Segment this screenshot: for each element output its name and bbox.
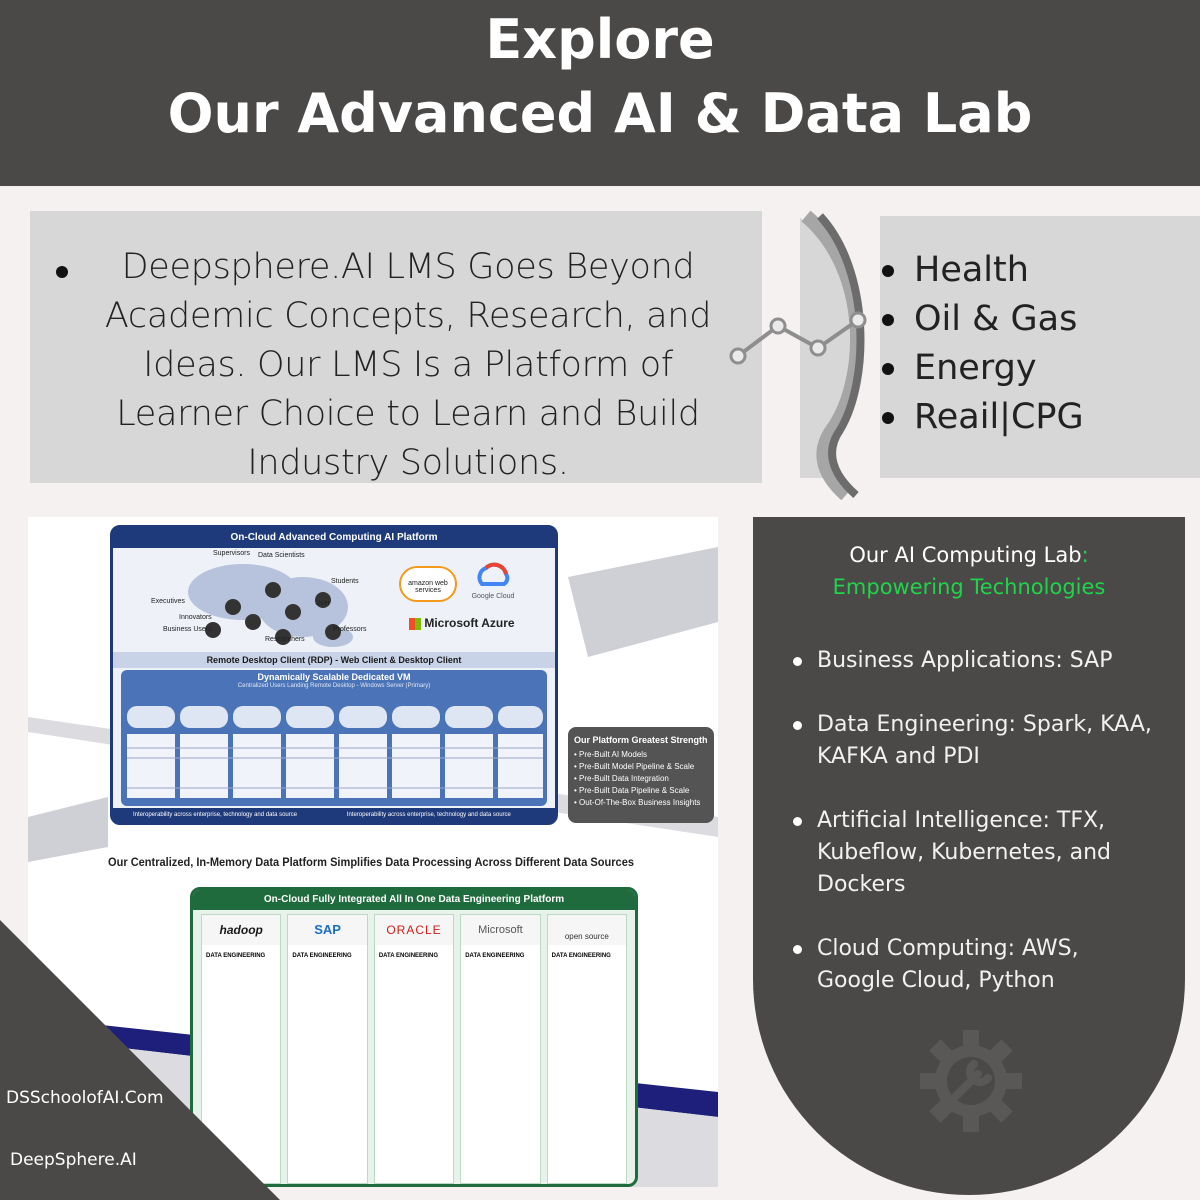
swoosh-connector-icon <box>729 210 880 500</box>
intro-bullet-icon <box>56 266 68 278</box>
role-label: Researchers <box>265 636 305 643</box>
intro-text: Deepsphere.AI LMS Goes Beyond Academic C… <box>104 247 712 483</box>
role-label: Business Users <box>163 626 212 633</box>
vendor-column: SAP DATA ENGINEERING <box>287 914 368 1184</box>
vendor-column: open source DATA ENGINEERING <box>546 914 628 1184</box>
azure-logo: Microsoft Azure <box>409 616 515 630</box>
role-label: Executives <box>151 598 185 605</box>
technology-item: Artificial Intelligence: TFX, Kubeflow, … <box>789 805 1159 901</box>
vm-area: Dynamically Scalable Dedicated VM Centra… <box>121 670 547 806</box>
industry-item: Reail|CPG <box>880 395 1084 444</box>
top-platform-title: On-Cloud Advanced Computing AI Platform <box>113 528 555 548</box>
aws-logo: amazon web services <box>399 566 457 602</box>
role-label: Professors <box>333 626 367 633</box>
interop-bar: Interoperability across enterprise, tech… <box>113 808 555 822</box>
google-cloud-logo: Google Cloud <box>463 562 523 600</box>
vendor-column: ORACLE DATA ENGINEERING <box>373 914 455 1184</box>
site-link[interactable]: DSSchoolofAI.Com <box>6 1088 164 1108</box>
industry-item: Oil & Gas <box>880 297 1084 346</box>
computing-lab-panel: Our AI Computing Lab: Empowering Technol… <box>753 517 1185 1195</box>
technology-item: Cloud Computing: AWS, Google Cloud, Pyth… <box>789 933 1159 997</box>
role-label: Students <box>331 578 359 585</box>
strength-item: • Pre-Built Model Pipeline & Scale <box>574 762 695 771</box>
middle-caption: Our Centralized, In-Memory Data Platform… <box>108 855 634 869</box>
vendor-column: Microsoft DATA ENGINEERING <box>460 914 541 1184</box>
gear-wrench-icon <box>920 1030 1022 1132</box>
header-title-line1: Explore <box>485 8 715 71</box>
role-label: Data Scientists <box>258 552 305 559</box>
bottom-platform-title: On-Cloud Fully Integrated All In One Dat… <box>193 890 635 910</box>
header-title-line2: Our Advanced AI & Data Lab <box>167 82 1033 145</box>
technology-list: Business Applications: SAP Data Engineer… <box>789 645 1159 1029</box>
strength-item: • Pre-Built Data Pipeline & Scale <box>574 786 690 795</box>
page: Explore Our Advanced AI & Data Lab Deeps… <box>0 0 1200 1200</box>
google-cloud-icon <box>477 562 510 586</box>
brand-label: DeepSphere.AI <box>10 1150 137 1170</box>
industry-item: Energy <box>880 346 1084 395</box>
top-platform-box: On-Cloud Advanced Computing AI Platform … <box>110 525 558 825</box>
technology-item: Data Engineering: Spark, KAA, KAFKA and … <box>789 709 1159 773</box>
industry-item: Health <box>880 248 1084 297</box>
role-label: Innovators <box>179 614 212 621</box>
industries-list: Health Oil & Gas Energy Reail|CPG <box>880 248 1084 444</box>
vm-columns <box>127 706 543 798</box>
strength-item: • Out-Of-The-Box Business Insights <box>574 798 701 807</box>
role-label: User <box>315 600 330 607</box>
header-banner: Explore Our Advanced AI & Data Lab <box>0 0 1200 186</box>
vm-title: Dynamically Scalable Dedicated VM <box>257 672 411 682</box>
strength-title: Our Platform Greatest Strength <box>574 735 708 745</box>
panel-title: Our AI Computing Lab: Empowering Technol… <box>832 543 1106 599</box>
vm-subtitle: Centralized Users Landing Remote Desktop… <box>237 683 431 689</box>
technology-item: Business Applications: SAP <box>789 645 1159 677</box>
strength-item: • Pre-Built AI Models <box>574 750 648 759</box>
strength-box: Our Platform Greatest Strength • Pre-Bui… <box>568 727 714 823</box>
rdp-bar: Remote Desktop Client (RDP) - Web Client… <box>113 652 555 668</box>
role-label: Supervisors <box>213 550 250 557</box>
strength-item: • Pre-Built Data Integration <box>574 774 669 783</box>
